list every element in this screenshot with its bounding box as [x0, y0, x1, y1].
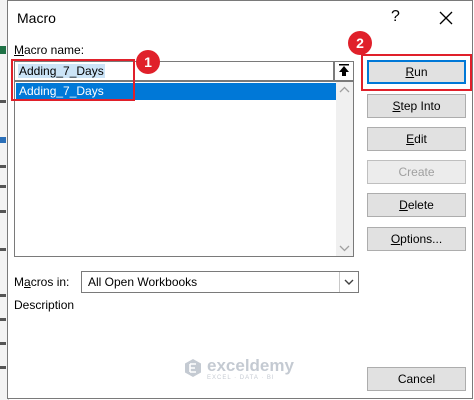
cancel-button-label: Cancel [397, 372, 436, 386]
description-label: Description [14, 298, 74, 312]
create-button-label: Create [398, 165, 435, 179]
background-sheet-mark [0, 210, 6, 213]
macros-in-select[interactable]: All Open Workbooks [81, 271, 359, 293]
macro-dialog: Macro ? Macro name: Adding_7_Days Adding… [7, 0, 473, 399]
list-scrollbar[interactable] [336, 82, 353, 256]
background-sheet-mark [0, 165, 6, 168]
dialog-title: Macro [17, 10, 56, 26]
callout-badge-2: 2 [348, 31, 372, 55]
exceldemy-logo-icon [185, 359, 201, 377]
background-sheet-mark [0, 248, 6, 251]
macros-in-value: All Open Workbooks [88, 275, 198, 289]
edit-accelerator: E [406, 132, 415, 146]
chevron-down-icon[interactable] [339, 272, 358, 292]
background-sheet-mark [0, 46, 6, 54]
background-sheet-mark [0, 185, 6, 188]
options-accelerator: O [390, 232, 401, 246]
step-into-button[interactable]: Step Into [367, 94, 466, 118]
callout-highlight-run [361, 54, 472, 91]
create-button[interactable]: Create [367, 160, 466, 184]
step-into-button-label: tep Into [400, 99, 441, 113]
macros-in-label-part: cros in: [30, 275, 70, 289]
macro-name-label-text: acro name: [24, 43, 85, 57]
macro-name-label-accelerator: M [14, 43, 24, 57]
background-sheet-mark [0, 137, 6, 143]
close-icon[interactable] [435, 7, 457, 29]
scroll-down-arrow-icon[interactable] [336, 239, 353, 256]
edit-button-label: dit [414, 132, 427, 146]
watermark-tagline: EXCEL · DATA · BI [207, 375, 275, 381]
background-sheet-mark [0, 294, 6, 297]
title-bar: Macro ? [8, 1, 472, 35]
description-label-part: scription [29, 298, 75, 312]
callout-badge-1: 1 [136, 50, 160, 74]
delete-button[interactable]: Delete [367, 193, 466, 217]
background-sheet-mark [0, 342, 6, 345]
callout-highlight-macro-name [11, 59, 135, 101]
macros-in-label-accelerator: a [24, 275, 31, 289]
macros-in-label: Macros in: [14, 275, 69, 289]
background-sheet-mark [0, 366, 6, 369]
macro-name-label: Macro name: [14, 43, 84, 57]
exceldemy-watermark: exceldemy EXCEL · DATA · BI [183, 356, 294, 381]
options-button-label: ptions... [400, 232, 443, 246]
cancel-button[interactable]: Cancel [367, 367, 466, 391]
scroll-up-arrow-icon[interactable] [336, 82, 353, 99]
delete-accelerator: D [399, 198, 408, 212]
edit-button[interactable]: Edit [367, 127, 466, 151]
watermark-name: exceldemy [207, 356, 294, 375]
background-sheet-mark [0, 100, 6, 103]
background-sheet-mark [0, 318, 6, 321]
macro-list[interactable]: Adding_7_Days [14, 81, 354, 257]
description-label-part: D [14, 298, 23, 312]
options-button[interactable]: Options... [367, 227, 466, 251]
upload-arrow-icon[interactable] [334, 61, 354, 81]
help-button[interactable]: ? [391, 8, 400, 26]
macros-in-label-part: M [14, 275, 24, 289]
delete-button-label: elete [407, 198, 434, 212]
